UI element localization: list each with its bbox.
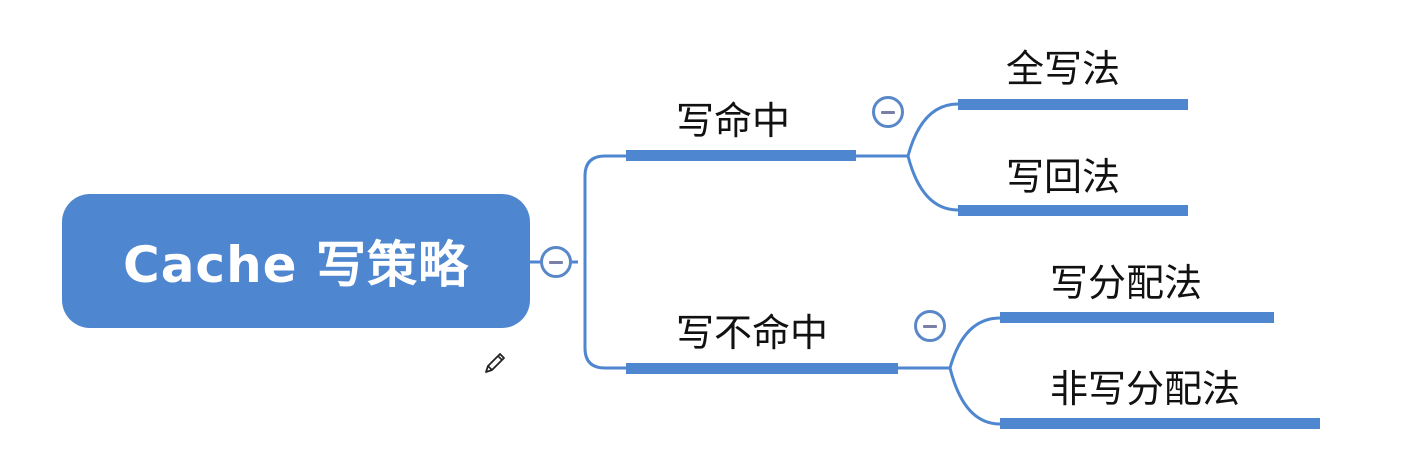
connector-spine-branch-1: [583, 154, 626, 262]
branch-1-underline: [626, 150, 856, 161]
branch-1-label[interactable]: 写命中: [676, 90, 790, 145]
branch-2-child-2-label[interactable]: 非写分配法: [1050, 358, 1240, 413]
pencil-icon[interactable]: [482, 350, 508, 376]
branch-1-child-1-label[interactable]: 全写法: [1006, 38, 1120, 93]
branch-2-child-1-label[interactable]: 写分配法: [1050, 252, 1202, 307]
connector-branch-1-child-1: [906, 102, 959, 157]
connector-branch-1-child-2: [906, 155, 959, 212]
branch-1-child-2-label[interactable]: 写回法: [1006, 146, 1120, 201]
branch-2-child-2-underline: [1000, 418, 1320, 429]
minus-circle-icon: [549, 260, 563, 264]
branch-2-child-1-underline: [1000, 312, 1274, 323]
branch-1-child-1-underline: [958, 99, 1188, 110]
branch-2-underline: [626, 363, 898, 374]
root-collapse-button[interactable]: [540, 246, 572, 278]
minus-circle-icon: [881, 110, 895, 114]
branch-2-collapse-button[interactable]: [914, 310, 946, 342]
connector-branch-2-child-1: [948, 316, 1001, 369]
connector-branch-2-child-2: [948, 367, 1001, 426]
branch-2-label[interactable]: 写不命中: [676, 302, 828, 357]
connector-spine-branch-2: [583, 262, 626, 370]
root-node[interactable]: Cache 写策略: [62, 194, 530, 328]
branch-1-child-2-underline: [958, 205, 1188, 216]
minus-circle-icon: [923, 324, 937, 328]
root-node-label: Cache 写策略: [123, 236, 469, 294]
branch-1-collapse-button[interactable]: [872, 96, 904, 128]
